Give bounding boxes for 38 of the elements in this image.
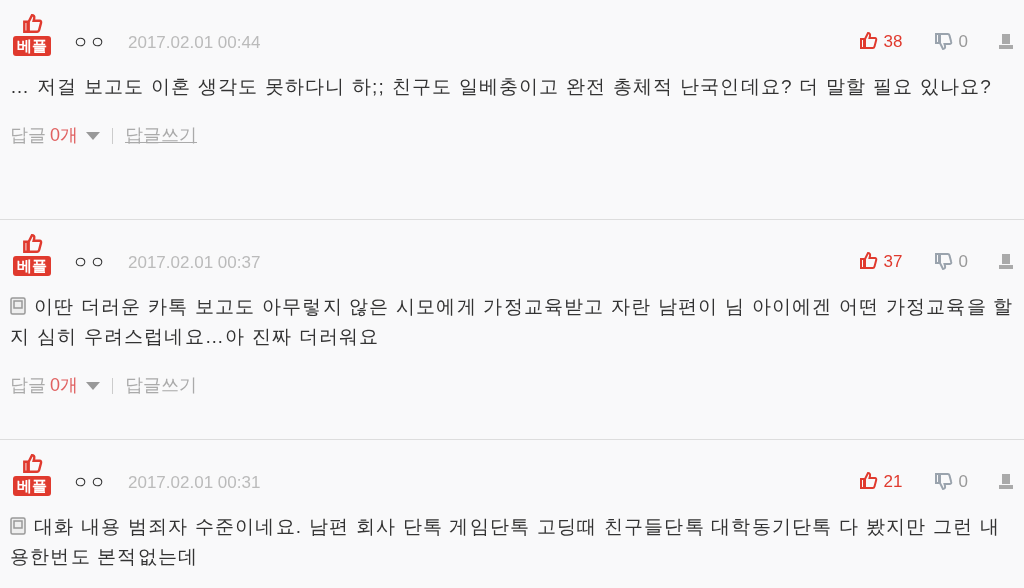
- thumbs-down-icon[interactable]: [932, 471, 953, 492]
- author-name[interactable]: ㅇㅇ: [72, 252, 106, 274]
- like-count: 38: [883, 30, 903, 53]
- report-icon[interactable]: [998, 472, 1014, 491]
- comment-date: 2017.02.01 00:37: [128, 252, 261, 274]
- best-badge: 베플: [13, 256, 51, 276]
- write-reply-link[interactable]: 답글쓰기: [125, 372, 197, 399]
- dislike-count: 0: [958, 470, 968, 493]
- author-name[interactable]: ㅇㅇ: [72, 472, 106, 494]
- reply-label[interactable]: 답글: [10, 372, 46, 399]
- thumbs-up-icon[interactable]: [857, 31, 878, 52]
- reply-count[interactable]: 0개: [50, 372, 78, 399]
- thumbs-down-icon[interactable]: [932, 251, 953, 272]
- thumbs-up-icon: [21, 233, 43, 255]
- caret-icon[interactable]: [86, 381, 100, 390]
- reply-count[interactable]: 0개: [50, 122, 78, 149]
- comment-text: 대화 내용 범죄자 수준이네요. 남편 회사 단톡 게임단톡 고딩때 친구들단톡 대학동기단톡 다 봤지만 그런 내용한번도 본적없는데: [10, 516, 1000, 567]
- dislike-count: 0: [958, 30, 968, 53]
- like-count: 21: [883, 470, 903, 493]
- like-count: 37: [883, 250, 903, 273]
- report-icon[interactable]: [998, 252, 1014, 271]
- comment-text: … 저걸 보고도 이혼 생각도 못하다니 하;; 친구도 일베충이고 완전 총체적 난국인데요? 더 말할 필요 있나요?: [10, 75, 994, 99]
- author-name[interactable]: ㅇㅇ: [72, 32, 106, 54]
- best-badge: 베플: [13, 36, 51, 56]
- thumbs-down-icon[interactable]: [932, 31, 953, 52]
- thumbs-up-icon: [21, 453, 43, 475]
- comment-text: 이딴 더러운 카톡 보고도 아무렇지 않은 시모에게 가정교육받고 자란 남편이 님 아이에겐 어떤 가정교육을 할지 심히 우려스럽네요…아 진짜 더러워요: [10, 296, 1014, 347]
- comment-date: 2017.02.01 00:44: [128, 32, 261, 54]
- comment-date: 2017.02.01 00:31: [128, 472, 261, 494]
- best-badge: 베플: [13, 476, 51, 496]
- thumbs-up-icon[interactable]: [857, 471, 878, 492]
- report-icon[interactable]: [998, 32, 1014, 51]
- reply-label[interactable]: 답글: [10, 122, 46, 149]
- write-reply-link[interactable]: 답글쓰기: [125, 122, 197, 149]
- thumbs-up-icon: [21, 13, 43, 35]
- thumbs-up-icon[interactable]: [857, 251, 878, 272]
- caret-icon[interactable]: [86, 131, 100, 140]
- dislike-count: 0: [958, 250, 968, 273]
